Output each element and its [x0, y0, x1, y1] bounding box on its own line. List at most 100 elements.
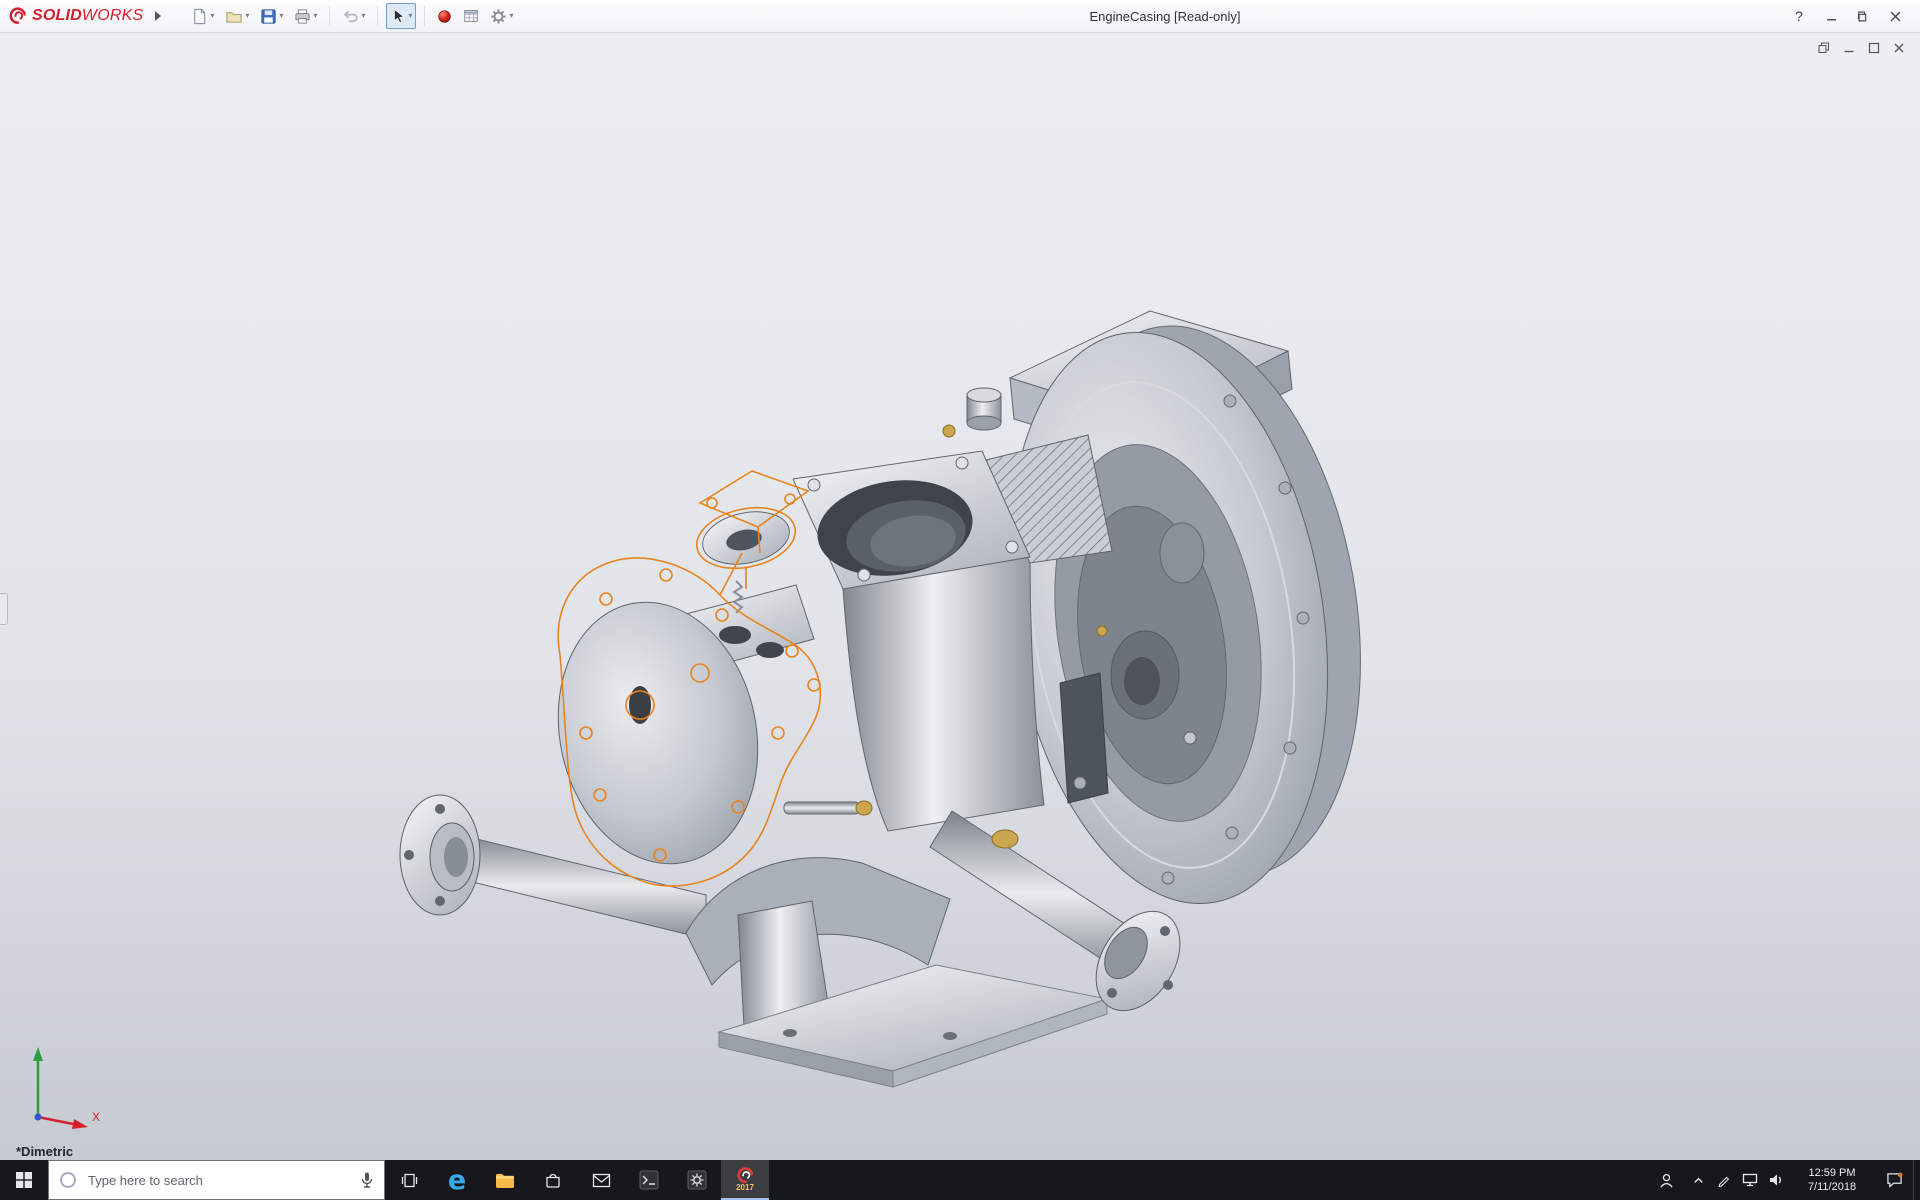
restore-button[interactable] — [1848, 3, 1878, 29]
cortana-icon — [59, 1171, 77, 1189]
open-folder-icon — [225, 8, 243, 25]
dropdown-caret-icon[interactable]: ▾ — [279, 12, 283, 20]
maximize-icon — [1868, 42, 1880, 54]
dropdown-caret-icon[interactable]: ▾ — [361, 12, 365, 20]
edge-icon: e — [448, 1167, 466, 1194]
dropdown-caret-icon[interactable]: ▾ — [509, 12, 513, 20]
new-document-icon — [191, 8, 208, 25]
search-input[interactable] — [86, 1172, 351, 1189]
document-minimize-button[interactable] — [1842, 41, 1856, 55]
save-button[interactable]: ▾ — [256, 3, 287, 29]
select-cursor-icon — [390, 8, 406, 24]
pen-tray-button[interactable] — [1711, 1160, 1737, 1200]
feature-manager-collapsed-tab[interactable] — [0, 593, 8, 625]
gear-icon — [490, 8, 507, 25]
edge-browser-button[interactable]: e — [433, 1160, 481, 1200]
chevron-up-icon — [1692, 1174, 1705, 1187]
document-close-button[interactable] — [1892, 41, 1906, 55]
task-view-icon — [400, 1172, 419, 1189]
dropdown-caret-icon[interactable]: ▾ — [313, 12, 317, 20]
clock-time: 12:59 PM — [1808, 1166, 1855, 1180]
3d-viewport-canvas[interactable] — [0, 33, 1920, 1160]
tray-overflow-button[interactable] — [1685, 1160, 1711, 1200]
store-button[interactable] — [529, 1160, 577, 1200]
table-icon — [463, 8, 479, 24]
windows-taskbar: e 2017 — [0, 1160, 1920, 1200]
system-tray: 12:59 PM 7/11/2018 — [1647, 1160, 1920, 1200]
reference-triad[interactable]: X — [22, 1037, 108, 1134]
close-button[interactable] — [1880, 3, 1910, 29]
solidworks-app-button[interactable]: 2017 — [721, 1160, 769, 1200]
solidworks-logo-icon — [8, 6, 28, 26]
taskbar-search[interactable] — [48, 1160, 385, 1200]
appearance-button[interactable] — [433, 3, 456, 29]
network-tray-button[interactable] — [1737, 1160, 1763, 1200]
show-desktop-button[interactable] — [1913, 1160, 1920, 1200]
toolbar-separator — [329, 6, 330, 26]
minimize-icon — [1843, 42, 1855, 54]
people-button[interactable] — [1647, 1160, 1685, 1200]
network-icon — [1742, 1173, 1758, 1187]
solidworks-brand[interactable]: SOLIDWORKS — [0, 6, 147, 26]
help-button[interactable]: ? — [1784, 3, 1814, 29]
mail-button[interactable] — [577, 1160, 625, 1200]
task-view-button[interactable] — [385, 1160, 433, 1200]
red-sphere-icon — [437, 9, 452, 24]
document-restore-button[interactable] — [1817, 41, 1831, 55]
action-center-button[interactable] — [1875, 1160, 1913, 1200]
people-icon — [1658, 1172, 1675, 1189]
mail-envelope-icon — [592, 1173, 611, 1188]
restore-icon — [1818, 42, 1830, 54]
dropdown-caret-icon[interactable]: ▾ — [245, 12, 249, 20]
settings-button[interactable] — [673, 1160, 721, 1200]
undo-button[interactable]: ▾ — [338, 3, 369, 29]
folder-icon — [495, 1172, 515, 1189]
new-document-button[interactable]: ▾ — [187, 3, 218, 29]
quick-access-toolbar: ▾ ▾ ▾ ▾ ▾ — [187, 3, 517, 29]
options-button[interactable]: ▾ — [486, 3, 517, 29]
clock-date: 7/11/2018 — [1808, 1180, 1856, 1194]
clock[interactable]: 12:59 PM 7/11/2018 — [1789, 1160, 1875, 1200]
design-table-button[interactable] — [459, 3, 483, 29]
menu-expand-arrow-icon[interactable] — [155, 11, 161, 21]
windows-logo-icon — [15, 1171, 33, 1189]
document-maximize-button[interactable] — [1867, 41, 1881, 55]
settings-gear-icon — [687, 1170, 707, 1190]
volume-icon — [1768, 1173, 1784, 1187]
minimize-button[interactable] — [1816, 3, 1846, 29]
z-axis-dot — [35, 1114, 42, 1121]
save-floppy-icon — [260, 8, 277, 25]
brand-wordmark: SOLIDWORKS — [32, 7, 143, 25]
cylinder-block[interactable] — [843, 557, 1044, 831]
command-prompt-icon — [639, 1170, 659, 1190]
store-bag-icon — [544, 1171, 562, 1189]
graphics-viewport[interactable]: X *Dimetric — [0, 33, 1920, 1160]
microphone-icon[interactable] — [360, 1171, 374, 1189]
dropdown-caret-icon[interactable]: ▾ — [408, 12, 412, 20]
minimize-icon — [1826, 11, 1837, 22]
toolbar-separator — [377, 6, 378, 26]
restore-icon — [1858, 11, 1869, 22]
printer-icon — [294, 8, 311, 25]
volume-tray-button[interactable] — [1763, 1160, 1789, 1200]
undo-arrow-icon — [342, 8, 359, 25]
close-icon — [1890, 11, 1901, 22]
select-tool-button[interactable]: ▾ — [386, 3, 416, 29]
solidworks-year-badge: 2017 — [736, 1184, 754, 1192]
close-icon — [1893, 42, 1905, 54]
x-axis-label: X — [92, 1110, 100, 1124]
window-title: EngineCasing [Read-only] — [1089, 0, 1240, 33]
toolbar-separator — [424, 6, 425, 26]
view-orientation-label: *Dimetric — [16, 1144, 73, 1159]
dropdown-caret-icon[interactable]: ▾ — [210, 12, 214, 20]
action-center-icon — [1886, 1172, 1903, 1188]
window-controls: ? — [1784, 3, 1920, 29]
y-axis-arrowhead — [33, 1047, 43, 1061]
open-button[interactable]: ▾ — [221, 3, 253, 29]
print-button[interactable]: ▾ — [290, 3, 321, 29]
command-prompt-button[interactable] — [625, 1160, 673, 1200]
file-explorer-button[interactable] — [481, 1160, 529, 1200]
titlebar: SOLIDWORKS ▾ ▾ ▾ ▾ — [0, 0, 1920, 33]
document-window-controls — [1817, 41, 1906, 55]
start-button[interactable] — [0, 1160, 48, 1200]
